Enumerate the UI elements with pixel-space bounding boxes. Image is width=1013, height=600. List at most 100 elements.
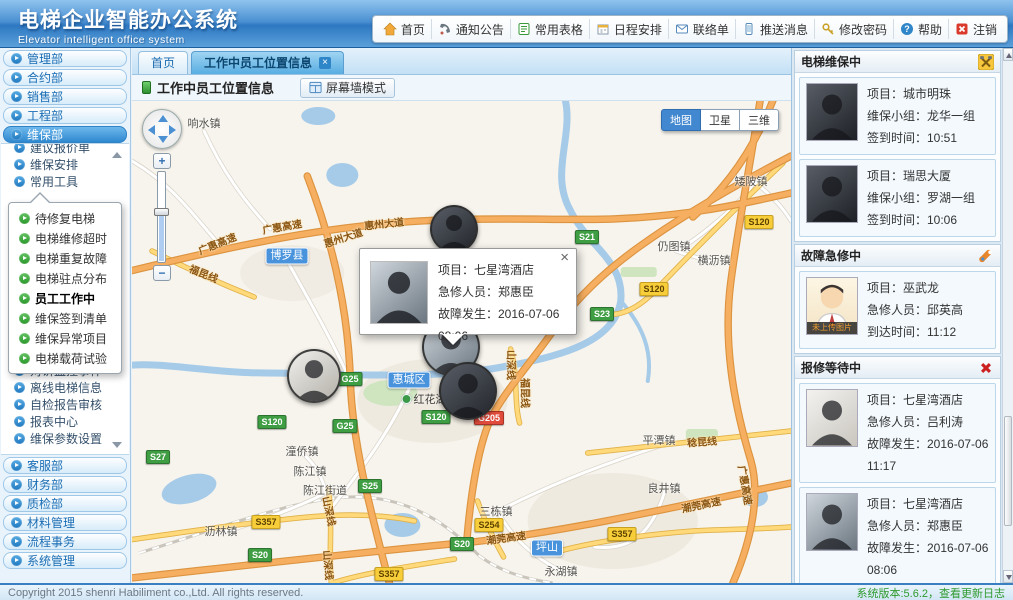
sidebar-subitem[interactable]: 离线电梯信息 <box>1 379 129 396</box>
card-line: 故障发生：2016-07-06 08:06 <box>867 537 989 581</box>
chevron-right-icon <box>14 176 25 187</box>
road-shield: S20 <box>248 548 272 562</box>
zoom-slider-track[interactable] <box>157 171 166 263</box>
contact-sheet-icon <box>675 22 689 36</box>
sidebar-group[interactable]: 流程事务 <box>3 533 127 550</box>
zoom-in-button[interactable]: + <box>153 153 171 169</box>
scrollbar-down-icon[interactable] <box>1003 570 1013 583</box>
zoom-slider-handle[interactable] <box>154 208 169 216</box>
sidebar-subitem[interactable]: 维保安排 <box>1 156 129 173</box>
sidebar-group[interactable]: 销售部 <box>3 88 127 105</box>
chevron-right-icon <box>19 293 30 304</box>
popup-photo <box>370 261 428 324</box>
panel-header[interactable]: 电梯维保中 <box>795 51 1000 73</box>
employee-photo-marker[interactable] <box>439 362 497 420</box>
chevron-right-icon <box>19 233 30 244</box>
sidebar-group[interactable]: 系统管理 <box>3 552 127 569</box>
scrollbar-up-icon[interactable] <box>1003 48 1013 61</box>
card-line: 急修人员：邱英高 <box>867 299 963 321</box>
zoom-out-button[interactable]: − <box>153 265 171 281</box>
topnav-item-announcement[interactable]: 通知公告 <box>432 19 511 39</box>
sidebar-subitem[interactable]: 待修复电梯 <box>9 208 121 228</box>
scrollbar-thumb[interactable] <box>1004 416 1012 526</box>
topnav-item-logout[interactable]: 注销 <box>949 19 1003 39</box>
tab-active[interactable]: 工作中员工位置信息× <box>191 51 344 74</box>
tab-label: 首页 <box>151 53 175 74</box>
topnav-item-password[interactable]: 修改密码 <box>815 19 894 39</box>
status-card[interactable]: 未上传图片项目：巫武龙急修人员：邱英高到达时间：11:12 <box>799 271 996 349</box>
status-card[interactable]: 项目：瑞思大厦维保小组：罗湖一组签到时间：10:06 <box>799 159 996 237</box>
tab-close-icon[interactable]: × <box>319 57 331 69</box>
employee-photo-marker[interactable] <box>287 349 341 403</box>
sidebar-subitem[interactable]: 维保参数设置 <box>1 430 129 447</box>
map-type-button[interactable]: 卫星 <box>701 109 740 131</box>
sidebar-group[interactable]: 合约部 <box>3 69 127 86</box>
sidebar-group[interactable]: 维保部 <box>3 126 127 143</box>
person-photo <box>806 389 858 447</box>
pan-down-icon[interactable] <box>158 136 168 143</box>
map-town-label: 潼侨镇 <box>286 443 319 459</box>
sidebar-subitem[interactable]: 自检报告审核 <box>1 396 129 413</box>
sidebar-subitem[interactable]: 常用工具 <box>1 173 129 190</box>
panel-title: 电梯维保中 <box>801 53 978 70</box>
scroll-down-icon[interactable] <box>112 442 122 448</box>
pan-up-icon[interactable] <box>158 115 168 122</box>
sidebar-group[interactable]: 材料管理 <box>3 514 127 531</box>
tab-home[interactable]: 首页 <box>138 51 188 74</box>
employee-photo-marker[interactable] <box>430 205 478 253</box>
map-viewport[interactable]: 响水镇矮陂镇博罗县仍图镇横沥镇惠城区红花湖平潭镇良井镇潼侨镇陈江镇陈江街道沥林镇… <box>132 101 791 583</box>
panel-title: 报修等待中 <box>801 359 978 376</box>
sidebar-subitem[interactable]: 电梯载荷试验 <box>9 348 121 368</box>
right-scrollbar[interactable] <box>1002 48 1013 583</box>
scroll-up-icon[interactable] <box>112 152 122 158</box>
sidebar-group-label: 维保部 <box>27 126 63 143</box>
pan-right-icon[interactable] <box>169 125 176 135</box>
status-card[interactable]: 项目：七星湾酒店急修人员：郑惠臣故障发生：2016-07-06 08:06 <box>799 487 996 587</box>
sidebar-group[interactable]: 财务部 <box>3 476 127 493</box>
status-card[interactable]: 项目：城市明珠维保小组：龙华一组签到时间：10:51 <box>799 77 996 155</box>
map-road-label: 稔昆线 <box>687 432 718 449</box>
topnav-label: 通知公告 <box>456 21 504 38</box>
popup-project: 项目：七星湾酒店 <box>438 259 576 281</box>
sidebar-group-label: 客服部 <box>27 457 63 474</box>
sidebar-subitem[interactable]: 维保异常项目 <box>9 328 121 348</box>
status-card[interactable]: 项目：七星湾酒店急修人员：吕利涛故障发生：2016-07-06 11:17 <box>799 383 996 483</box>
card-text: 项目：巫武龙急修人员：邱英高到达时间：11:12 <box>867 277 963 343</box>
map-road-label: 福昆线 <box>519 378 534 408</box>
version-info-link[interactable]: 系统版本:5.6.2，查看更新日志 <box>856 585 1005 600</box>
status-bar: Copyright 2015 shenri Habiliment co.,Ltd… <box>0 583 1013 600</box>
sidebar-group[interactable]: 质检部 <box>3 495 127 512</box>
sidebar-subitem[interactable]: 电梯重复故障 <box>9 248 121 268</box>
topnav-item-home[interactable]: 首页 <box>377 19 432 39</box>
chevron-right-icon <box>11 72 22 83</box>
road-shield: S120 <box>744 215 773 229</box>
panel-header[interactable]: 报修等待中 <box>795 357 1000 379</box>
panel-header[interactable]: 故障急修中 <box>795 245 1000 267</box>
topnav-item-push-message[interactable]: 推送消息 <box>736 19 815 39</box>
road-shield: S357 <box>251 515 280 529</box>
sidebar-subitem[interactable]: 电梯维修超时 <box>9 228 121 248</box>
screen-wall-mode-button[interactable]: 屏幕墙模式 <box>300 78 395 98</box>
map-type-button[interactable]: 三维 <box>740 109 779 131</box>
sidebar-subitem[interactable]: 报表中心 <box>1 413 129 430</box>
main-content: 首页工作中员工位置信息× 工作中员工位置信息 屏幕墙模式 <box>132 48 791 583</box>
sidebar-subitem[interactable]: 建议报价单 <box>1 143 129 156</box>
topnav-item-help[interactable]: ?帮助 <box>894 19 949 39</box>
map-type-button[interactable]: 地图 <box>661 109 701 131</box>
map-label-text: 山深线 <box>320 550 334 581</box>
sidebar-group[interactable]: 工程部 <box>3 107 127 124</box>
card-text: 项目：瑞思大厦维保小组：罗湖一组签到时间：10:06 <box>867 165 975 231</box>
sidebar-subitem[interactable]: 员工工作中 <box>9 288 121 308</box>
card-line: 到达时间：11:12 <box>867 321 963 343</box>
topnav-item-calendar[interactable]: 日程安排 <box>590 19 669 39</box>
sidebar-subitem-label: 维保异常项目 <box>35 330 107 347</box>
topnav-item-form[interactable]: 常用表格 <box>511 19 590 39</box>
sidebar-subitem[interactable]: 电梯驻点分布 <box>9 268 121 288</box>
sidebar-subitem[interactable]: 维保签到清单 <box>9 308 121 328</box>
sidebar-group[interactable]: 客服部 <box>3 457 127 474</box>
map-town-label: 矮陂镇 <box>735 173 768 189</box>
map-pan-control[interactable] <box>142 109 182 149</box>
pan-left-icon[interactable] <box>148 125 155 135</box>
topnav-item-contact-sheet[interactable]: 联络单 <box>669 19 736 39</box>
sidebar-group[interactable]: 管理部 <box>3 50 127 67</box>
